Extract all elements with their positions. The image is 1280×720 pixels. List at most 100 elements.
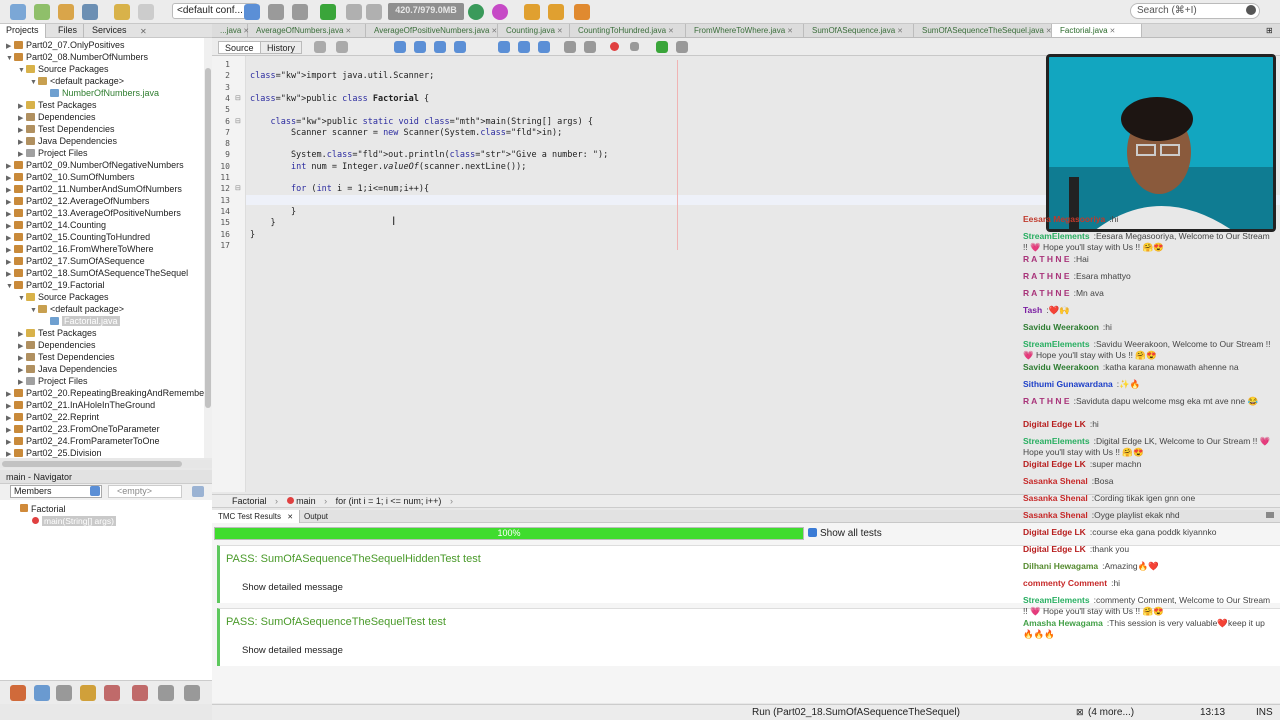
shift-left-icon[interactable] — [564, 41, 576, 53]
find-next-icon[interactable] — [434, 41, 446, 53]
gc-icon[interactable] — [492, 4, 508, 20]
tree-item[interactable]: NumberOfNumbers.java — [42, 87, 159, 99]
breadcrumb-loop[interactable]: for (int i = 1; i <= num; i++) — [336, 496, 442, 506]
find-prev-icon[interactable] — [414, 41, 426, 53]
tree-item[interactable]: ▶ Part02_10.SumOfNumbers — [6, 171, 135, 183]
tmc-icon[interactable] — [468, 4, 484, 20]
new-file-icon[interactable] — [10, 4, 26, 20]
tree-item[interactable]: ▶ Part02_16.FromWhereToWhere — [6, 243, 154, 255]
editor-tab[interactable]: Counting.java ✕ — [498, 24, 570, 37]
tree-item[interactable]: ▶ Part02_18.SumOfASequenceTheSequel — [6, 267, 188, 279]
tree-item[interactable]: ▶ Part02_17.SumOfASequence — [6, 255, 145, 267]
panel-close-icon[interactable]: ✕ — [140, 27, 147, 36]
close-icon[interactable]: ✕ — [287, 514, 293, 521]
navigator-filter-select[interactable]: <empty> — [108, 485, 182, 498]
members-dropdown-icon[interactable] — [90, 486, 100, 496]
navigator-class[interactable]: Factorial — [20, 504, 66, 514]
close-tab-icon[interactable]: ✕ — [666, 28, 674, 35]
find-icon[interactable] — [394, 41, 406, 53]
open-project-icon[interactable] — [58, 4, 74, 20]
expand-down-icon[interactable]: ▼ — [6, 281, 14, 293]
tree-item[interactable]: ▶ Dependencies — [18, 339, 96, 351]
checkbox-checked-icon[interactable] — [808, 528, 817, 537]
expand-down-icon[interactable]: ▼ — [30, 77, 38, 89]
tree-item[interactable]: ▶ Dependencies — [18, 111, 96, 123]
status-cancel-icon[interactable]: ⊠ — [1076, 707, 1084, 718]
search-input[interactable]: Search (⌘+I) — [1130, 3, 1260, 19]
new-project-icon[interactable] — [34, 4, 50, 20]
show-detailed-message-button[interactable]: Show detailed message — [238, 580, 347, 597]
editor-tab[interactable]: SumOfASequence.java ✕ — [804, 24, 914, 37]
tmc-settings-icon[interactable] — [158, 685, 174, 701]
tree-item[interactable]: ▼ Part02_08.NumberOfNumbers — [6, 51, 148, 63]
submit-icon[interactable] — [524, 4, 540, 20]
tree-item[interactable]: ▶ Part02_07.OnlyPositives — [6, 39, 125, 51]
close-tab-icon[interactable]: ✕ — [343, 28, 351, 35]
close-tab-icon[interactable]: ✕ — [895, 28, 903, 35]
tree-item[interactable]: ▶ Part02_20.RepeatingBreakingAndRemembe — [6, 387, 204, 399]
breadcrumb-method[interactable]: main — [296, 496, 316, 506]
editor-tab[interactable]: AverageOfPositiveNumbers.java ✕ — [366, 24, 498, 37]
config-dropdown-icon[interactable] — [244, 4, 260, 20]
tree-item[interactable]: ▶ Part02_11.NumberAndSumOfNumbers — [6, 183, 182, 195]
next-bookmark-icon[interactable] — [518, 41, 530, 53]
tree-item[interactable]: ▶ Java Dependencies — [18, 363, 117, 375]
clean-build-icon[interactable] — [292, 4, 308, 20]
debug-icon[interactable] — [346, 4, 362, 20]
status-more[interactable]: (4 more...) — [1088, 707, 1134, 718]
tab-tmc-test-results[interactable]: TMC Test Results ✕ — [212, 510, 301, 523]
tree-item[interactable]: ▶ Project Files — [18, 147, 88, 159]
editor-tab[interactable]: ...java ✕ — [212, 24, 249, 37]
undo-icon[interactable] — [114, 4, 130, 20]
close-tab-icon[interactable]: ✕ — [555, 28, 563, 35]
tree-item[interactable]: ▼ Source Packages — [18, 63, 109, 75]
tree-item[interactable]: ▶ Test Dependencies — [18, 123, 115, 135]
back-icon[interactable] — [336, 41, 348, 53]
tree-item[interactable]: ▶ Part02_12.AverageOfNumbers — [6, 195, 149, 207]
tmc-run-icon[interactable] — [10, 685, 26, 701]
tree-item[interactable]: ▼ <default package> — [30, 303, 124, 315]
close-tab-icon[interactable]: ✕ — [785, 28, 793, 35]
tab-output[interactable]: Output — [298, 510, 334, 523]
redo-icon[interactable] — [138, 4, 154, 20]
toggle-bookmark-icon[interactable] — [538, 41, 550, 53]
expand-down-icon[interactable]: ▼ — [18, 293, 26, 305]
editor-tab[interactable]: FromWhereToWhere.java ✕ — [686, 24, 804, 37]
tab-services[interactable]: Services — [86, 24, 133, 38]
show-detailed-message-button[interactable]: Show detailed message — [238, 643, 347, 660]
expand-down-icon[interactable]: ▼ — [30, 305, 38, 317]
editor-tab[interactable]: Factorial.java ✕ — [1052, 24, 1142, 37]
stop-macro-icon[interactable] — [630, 42, 639, 51]
tmc-submit-icon[interactable] — [80, 685, 96, 701]
maximize-icon[interactable]: ⊞ — [1266, 26, 1273, 35]
tree-horizontal-scrollbar[interactable] — [0, 460, 212, 468]
last-edit-icon[interactable] — [314, 41, 326, 53]
build-icon[interactable] — [268, 4, 284, 20]
tree-item[interactable]: ▶ Part02_21.InAHoleInTheGround — [6, 399, 155, 411]
shift-right-icon[interactable] — [584, 41, 596, 53]
show-all-tests-checkbox[interactable]: Show all tests — [808, 528, 882, 539]
tmc-more-icon[interactable] — [184, 685, 200, 701]
fold-icon[interactable]: ⊟ — [235, 184, 241, 192]
tree-item[interactable]: Factorial.java — [42, 315, 120, 327]
download-icon[interactable] — [548, 4, 564, 20]
comment-icon[interactable] — [656, 41, 668, 53]
clear-search-icon[interactable] — [1246, 5, 1256, 15]
tmc-reset-icon[interactable] — [132, 685, 148, 701]
tree-item[interactable]: ▼ Source Packages — [18, 291, 109, 303]
tree-item[interactable]: ▶ Test Dependencies — [18, 351, 115, 363]
tab-projects[interactable]: Projects — [0, 24, 46, 38]
fold-icon[interactable]: ⊟ — [235, 117, 241, 125]
tree-item[interactable]: ▶ Test Packages — [18, 99, 97, 111]
tree-item[interactable]: ▼ Part02_19.Factorial — [6, 279, 105, 291]
close-tab-icon[interactable]: ✕ — [1044, 28, 1052, 35]
tree-item[interactable]: ▶ Part02_14.Counting — [6, 219, 106, 231]
expand-down-icon[interactable]: ▼ — [6, 53, 14, 65]
tree-item[interactable]: ▶ Java Dependencies — [18, 135, 117, 147]
tree-item[interactable]: ▼ <default package> — [30, 75, 124, 87]
find-selection-icon[interactable] — [454, 41, 466, 53]
editor-tab[interactable]: CountingToHundred.java ✕ — [570, 24, 686, 37]
expand-down-icon[interactable]: ▼ — [18, 65, 26, 77]
tree-item[interactable]: ▶ Part02_22.Reprint — [6, 411, 99, 423]
editor-tab[interactable]: SumOfASequenceTheSequel.java ✕ — [914, 24, 1052, 37]
